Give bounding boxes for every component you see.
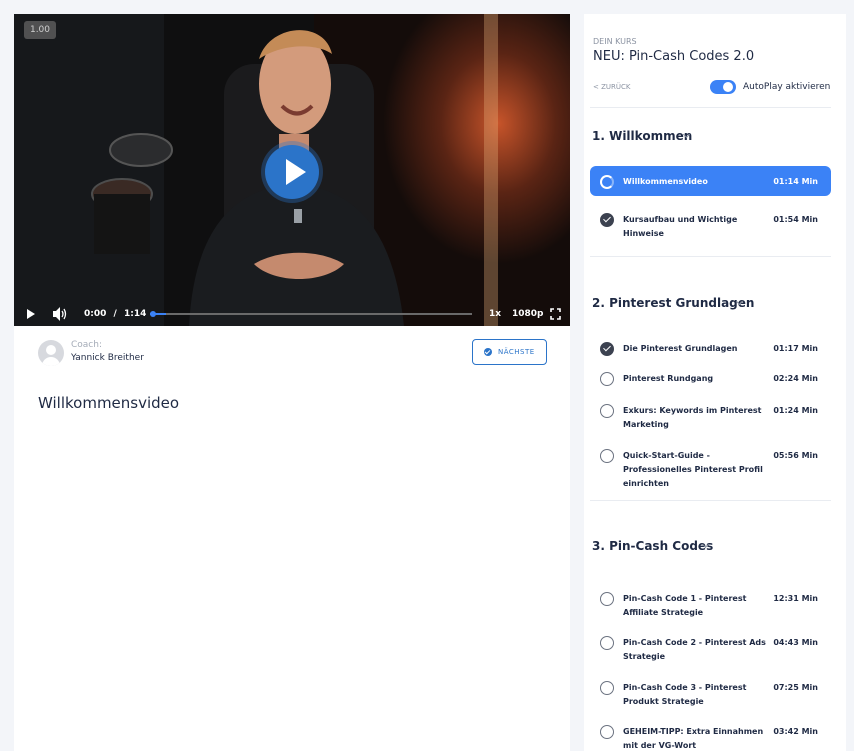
section-title[interactable]: 1. Willkommen	[592, 129, 692, 143]
check-circle-icon	[600, 342, 614, 356]
empty-circle-icon	[600, 372, 614, 386]
coach-name: Yannick Breither	[71, 353, 144, 363]
autoplay-label: AutoPlay aktivieren	[743, 82, 831, 92]
lesson-item[interactable]: GEHEIM-TIPP: Extra Einnahmen mit der VG-…	[590, 716, 831, 750]
lesson-name: Pinterest Rundgang	[623, 374, 714, 383]
back-link[interactable]: < ZURÜCK	[593, 83, 630, 91]
lesson-item[interactable]: Kursaufbau und Wichtige Hinweise 01:54 Mi…	[590, 204, 831, 238]
quality-selector[interactable]: 1080p	[512, 302, 544, 326]
progress-circle-icon	[600, 175, 614, 189]
lesson-item[interactable]: Willkommensvideo 01:14 Min	[590, 166, 831, 196]
empty-circle-icon	[600, 636, 614, 650]
lesson-item[interactable]: Pin-Cash Code 3 - Pinterest Produkt Stra…	[590, 672, 831, 706]
main-panel: 1.00 0:00 / 1:14 1x 1080p Coach: Yannick…	[14, 14, 570, 751]
fullscreen-icon[interactable]	[550, 302, 561, 326]
lesson-item[interactable]: Pin-Cash Code 1 - Pinterest Affiliate St…	[590, 583, 831, 617]
next-button[interactable]: NÄCHSTE	[472, 339, 547, 365]
empty-circle-icon	[600, 725, 614, 739]
lesson-duration: 05:56 Min	[773, 451, 818, 460]
lesson-duration: 01:24 Min	[773, 406, 818, 415]
current-time: 0:00	[84, 309, 107, 319]
lesson-duration: 01:54 Min	[773, 215, 818, 224]
lesson-name: Kursaufbau und Wichtige Hinweise	[623, 215, 738, 238]
lesson-name: Die Pinterest Grundlagen	[623, 344, 738, 353]
lesson-name: Pin-Cash Code 1 - Pinterest Affiliate St…	[623, 594, 747, 617]
lesson-name: Exkurs: Keywords im Pinterest Marketing	[623, 406, 762, 429]
lesson-duration: 01:14 Min	[773, 177, 818, 186]
course-kicker: DEIN KURS	[593, 37, 637, 46]
autoplay-toggle[interactable]	[710, 80, 736, 94]
playback-rate[interactable]: 1x	[489, 302, 501, 326]
lesson-duration: 04:43 Min	[773, 638, 818, 647]
avatar	[38, 340, 64, 366]
section-title[interactable]: 2. Pinterest Grundlagen	[592, 296, 754, 310]
empty-circle-icon	[600, 592, 614, 606]
next-button-label: NÄCHSTE	[498, 348, 535, 356]
lesson-item[interactable]: Pin-Cash Code 2 - Pinterest Ads Strategi…	[590, 627, 831, 661]
lesson-duration: 07:25 Min	[773, 683, 818, 692]
time-separator: /	[113, 309, 117, 319]
check-circle-icon	[600, 213, 614, 227]
empty-circle-icon	[600, 681, 614, 695]
time-display: 0:00 / 1:14	[84, 302, 146, 326]
video-controls: 0:00 / 1:14 1x 1080p	[14, 302, 570, 326]
progress-handle[interactable]	[150, 311, 156, 317]
total-duration: 1:14	[123, 309, 147, 319]
speed-badge: 1.00	[24, 21, 56, 39]
lesson-duration: 03:42 Min	[773, 727, 818, 736]
video-player[interactable]: 1.00 0:00 / 1:14 1x 1080p	[14, 14, 570, 326]
lesson-duration: 01:17 Min	[773, 344, 818, 353]
lesson-name: Willkommensvideo	[623, 177, 708, 186]
divider	[590, 107, 831, 108]
section-title[interactable]: 3. Pin-Cash Codes	[592, 539, 713, 553]
course-sidebar: DEIN KURS NEU: Pin-Cash Codes 2.0 < ZURÜ…	[584, 14, 846, 751]
play-button[interactable]	[265, 145, 319, 199]
course-title: NEU: Pin-Cash Codes 2.0	[593, 49, 755, 64]
check-circle-icon	[484, 348, 492, 356]
play-icon[interactable]	[25, 302, 37, 326]
volume-icon[interactable]	[52, 302, 68, 326]
lesson-duration: 02:24 Min	[773, 374, 818, 383]
lesson-item[interactable]: Quick-Start-Guide - Professionelles Pint…	[590, 440, 831, 488]
lesson-title: Willkommensvideo	[38, 394, 180, 412]
empty-circle-icon	[600, 404, 614, 418]
lesson-name: GEHEIM-TIPP: Extra Einnahmen mit der VG-…	[623, 727, 764, 750]
lesson-name: Quick-Start-Guide - Professionelles Pint…	[623, 451, 763, 488]
lesson-name: Pin-Cash Code 3 - Pinterest Produkt Stra…	[623, 683, 747, 706]
coach-label: Coach:	[71, 340, 102, 350]
lesson-item[interactable]: Pinterest Rundgang 02:24 Min	[590, 363, 831, 393]
section-divider	[590, 500, 831, 501]
progress-bar[interactable]	[150, 311, 472, 317]
lesson-name: Pin-Cash Code 2 - Pinterest Ads Strategi…	[623, 638, 766, 661]
lesson-item[interactable]: Die Pinterest Grundlagen 01:17 Min	[590, 333, 831, 363]
empty-circle-icon	[600, 449, 614, 463]
section-divider	[590, 256, 831, 257]
lesson-item[interactable]: Exkurs: Keywords im Pinterest Marketing 0…	[590, 395, 831, 429]
lesson-duration: 12:31 Min	[773, 594, 818, 603]
